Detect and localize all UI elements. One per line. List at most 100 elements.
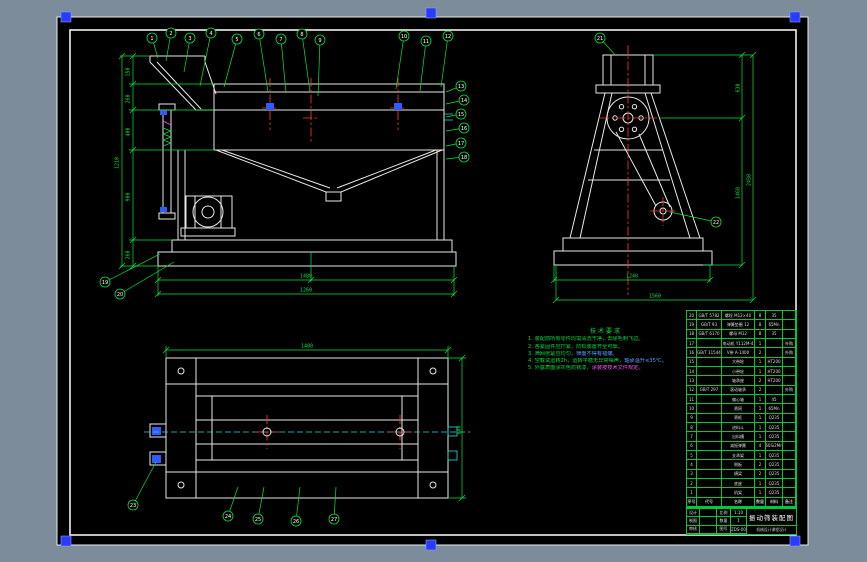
dim-label: 1560 bbox=[649, 294, 661, 300]
bom-cell: 65Mn bbox=[766, 404, 783, 414]
callout-number: 13 bbox=[458, 84, 464, 90]
bom-cell: 8 bbox=[687, 422, 697, 433]
bom-cell bbox=[697, 366, 722, 377]
bom-cell: HT200 bbox=[766, 366, 783, 377]
bom-cell bbox=[783, 460, 796, 470]
note-line: 2. 各紧固件应拧紧，防松装置齐全可靠。 bbox=[528, 343, 623, 350]
bom-cell: 1 bbox=[687, 488, 697, 498]
bom-cell bbox=[697, 422, 722, 433]
bom-cell bbox=[697, 441, 722, 451]
bom-cell: Q235 bbox=[766, 422, 783, 433]
titleblock-cell: 设计 bbox=[687, 509, 700, 518]
bom-cell bbox=[766, 348, 783, 358]
callout-number: 11 bbox=[423, 39, 429, 45]
bom-cell: GB/T 297 bbox=[697, 385, 722, 395]
bom-cell: 6 bbox=[687, 441, 697, 451]
bom-cell: 35 bbox=[766, 311, 783, 321]
bom-cell: 侧板 bbox=[722, 460, 755, 470]
titleblock-cell: 审核 bbox=[687, 525, 700, 534]
bom-cell bbox=[697, 432, 722, 442]
callout-number: 23 bbox=[130, 503, 136, 509]
mount-block-bottom bbox=[160, 207, 167, 212]
feed-mount-top bbox=[152, 427, 161, 435]
bom-cell: 5 bbox=[687, 450, 697, 461]
title-block: 设计 比例 1:10 制图 数量 1 审核 图号 ZDS-00 振动筛装配图 机… bbox=[686, 508, 797, 535]
dim-label: 1460 bbox=[736, 187, 742, 199]
bom-cell bbox=[783, 441, 796, 451]
bom-cell bbox=[766, 385, 783, 395]
selection-grip-top-middle[interactable] bbox=[425, 7, 437, 19]
bom-cell bbox=[697, 469, 722, 479]
bom-cell: HT200 bbox=[766, 357, 783, 367]
bom-cell: Q235 bbox=[766, 413, 783, 423]
bom-cell bbox=[697, 488, 722, 498]
bom-cell: 2 bbox=[755, 376, 766, 386]
tech-notes: 技术要求 1. 装配前所有零件均需清洗干净，去除毛刺飞边。 2. 各紧固件应拧紧，… bbox=[528, 328, 684, 373]
bom-cell bbox=[697, 394, 722, 405]
deck-bolt-right bbox=[394, 103, 402, 110]
bom-cell bbox=[783, 404, 796, 414]
bom-cell bbox=[697, 450, 722, 461]
parts-table: 20 GB/T 5782 螺栓 M12×40 8 35 19 GB/T 93 弹簧垫圈 12 8… bbox=[686, 310, 797, 508]
bom-cell: 大带轮 bbox=[722, 357, 755, 367]
bom-cell bbox=[783, 376, 796, 386]
bom-cell: 2 bbox=[755, 348, 766, 358]
note-line: 3. 筛网张紧应均匀，筛面不得有褶皱。 bbox=[528, 350, 618, 357]
bom-cell: 1 bbox=[755, 338, 766, 349]
selection-grip-top-right[interactable] bbox=[789, 11, 801, 23]
dim-label: 1480 bbox=[300, 274, 312, 280]
titleblock-cell: 制图 bbox=[687, 517, 700, 526]
deck-bolt-left bbox=[266, 103, 274, 110]
note-line: 4. 空载试运转2h，运转平稳无异常噪声，轴承温升≤35℃。 bbox=[528, 358, 667, 365]
bom-cell: 滚动轴承 bbox=[722, 385, 755, 395]
bom-cell: 序号 bbox=[687, 497, 697, 507]
bom-cell: 11 bbox=[687, 394, 697, 405]
callout-number: 22 bbox=[713, 220, 719, 226]
bom-cell: 1 bbox=[755, 488, 766, 498]
bom-cell: 4 bbox=[755, 441, 766, 451]
bom-cell: 1 bbox=[755, 422, 766, 433]
bom-cell: GB/T 93 bbox=[697, 320, 722, 330]
bom-cell: Q235 bbox=[766, 488, 783, 498]
bom-cell: 20 bbox=[687, 311, 697, 321]
bom-cell: 2 bbox=[755, 460, 766, 470]
dim-label: 1260 bbox=[300, 288, 312, 294]
bom-cell: 1 bbox=[755, 432, 766, 442]
callout-number: 24 bbox=[225, 514, 231, 520]
bom-cell: 17 bbox=[687, 338, 697, 349]
bom-cell: 1 bbox=[755, 366, 766, 377]
selection-grip-bottom-left[interactable] bbox=[60, 535, 72, 547]
selection-grip-top-left[interactable] bbox=[60, 11, 72, 23]
bom-cell bbox=[697, 376, 722, 386]
title-block-name-area: 振动筛装配图 机械设计课程设计 bbox=[747, 509, 796, 534]
bom-cell: 进料斗 bbox=[722, 422, 755, 433]
bom-cell: 13 bbox=[687, 376, 697, 386]
selection-grip-bottom-right[interactable] bbox=[789, 535, 801, 547]
dim-label: 1210 bbox=[115, 157, 121, 169]
callout-number: 6 bbox=[257, 32, 260, 38]
bom-cell: 14 bbox=[687, 366, 697, 377]
bom-cell: 18 bbox=[687, 329, 697, 339]
callout-number: 21 bbox=[597, 36, 603, 42]
bom-cell: 1 bbox=[755, 404, 766, 414]
bom-cell: Q235 bbox=[766, 469, 783, 479]
bom-cell: 19 bbox=[687, 320, 697, 330]
bom-cell bbox=[783, 413, 796, 423]
bom-cell: 10 bbox=[687, 404, 697, 414]
titleblock-cell bbox=[700, 525, 717, 534]
bom-cell bbox=[783, 432, 796, 442]
bom-cell: 9 bbox=[687, 413, 697, 423]
callout-number: 27 bbox=[331, 517, 337, 523]
callout-number: 8 bbox=[300, 32, 303, 38]
dim-label: 150 bbox=[126, 67, 132, 76]
tech-notes-lines: 1. 装配前所有零件均需清洗干净，去除毛刺飞边。 2. 各紧固件应拧紧，防松装置齐… bbox=[528, 336, 684, 372]
callout-number: 14 bbox=[461, 98, 467, 104]
bom-cell: 3 bbox=[687, 469, 697, 479]
bom-cell: 底座 bbox=[722, 478, 755, 489]
selection-grip-bottom-middle[interactable] bbox=[425, 539, 437, 551]
bom-cell bbox=[697, 460, 722, 470]
bom-cell: 小带轮 bbox=[722, 366, 755, 377]
bom-cell: 电动机 Y112M-4 bbox=[722, 338, 755, 349]
note-line: 1. 装配前所有零件均需清洗干净，去除毛刺飞边。 bbox=[528, 336, 644, 343]
dim-label: 900 bbox=[126, 192, 132, 201]
